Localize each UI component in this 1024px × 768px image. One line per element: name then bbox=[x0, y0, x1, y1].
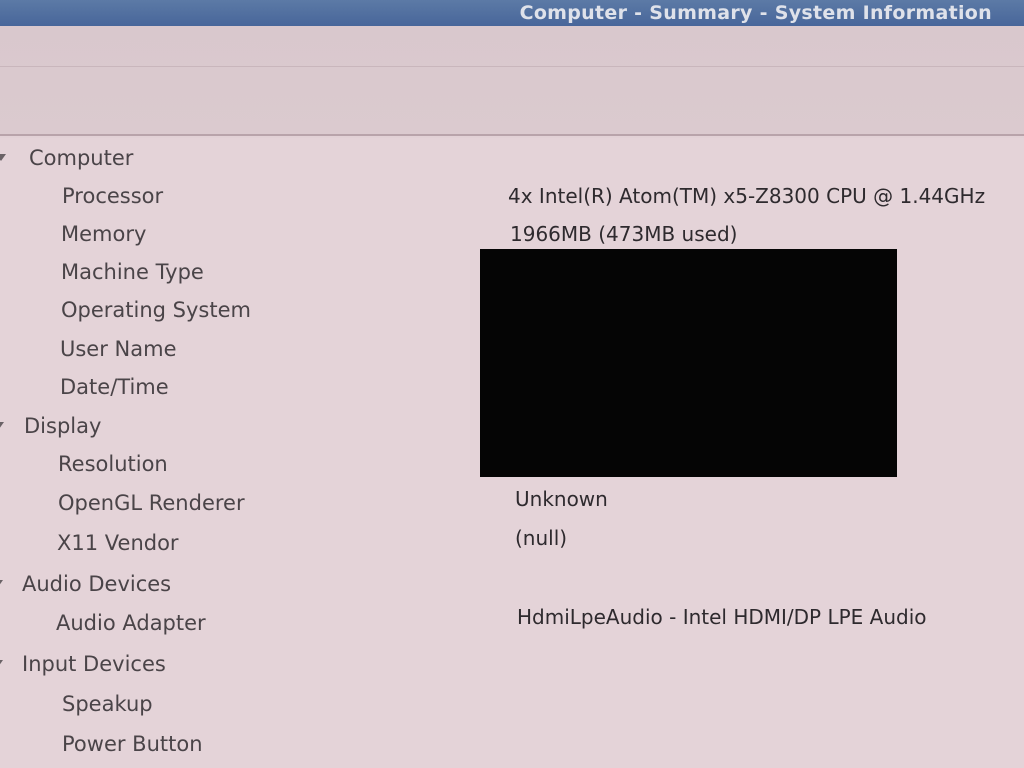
item-label: Date/Time bbox=[60, 375, 169, 399]
window-title: Computer - Summary - System Information bbox=[519, 2, 992, 24]
tree-item-audio-adapter[interactable]: Audio Adapter HdmiLpeAudio - Intel HDMI/… bbox=[0, 605, 1024, 641]
expander-arrow-icon[interactable] bbox=[0, 580, 3, 587]
window-titlebar[interactable]: Computer - Summary - System Information bbox=[0, 0, 1024, 26]
tree-item-opengl-renderer[interactable]: OpenGL Renderer Unknown bbox=[0, 485, 1024, 521]
item-label: User Name bbox=[60, 337, 177, 361]
toolbar-area bbox=[0, 26, 1024, 136]
group-label: Display bbox=[24, 414, 102, 438]
redaction-box bbox=[480, 249, 897, 477]
expander-arrow-icon[interactable] bbox=[0, 660, 3, 667]
item-label: Power Button bbox=[62, 732, 203, 756]
menu-bar bbox=[0, 26, 1024, 67]
item-value: (null) bbox=[515, 526, 568, 550]
item-label: Resolution bbox=[58, 452, 168, 476]
item-value: 4x Intel(R) Atom(TM) x5-Z8300 CPU @ 1.44… bbox=[508, 184, 986, 208]
item-label: Speakup bbox=[62, 692, 153, 716]
item-label: Memory bbox=[61, 222, 147, 246]
tree-group-computer[interactable]: Computer bbox=[0, 140, 1024, 176]
tree-item-x11-vendor[interactable]: X11 Vendor (null) bbox=[0, 525, 1024, 561]
expander-arrow-icon[interactable] bbox=[0, 154, 6, 161]
tree-item-speakup[interactable]: Speakup bbox=[0, 686, 1024, 722]
item-label: Machine Type bbox=[61, 260, 204, 284]
tree-item-memory[interactable]: Memory 1966MB (473MB used) bbox=[0, 216, 1024, 252]
item-label: Operating System bbox=[61, 298, 251, 322]
group-label: Input Devices bbox=[22, 652, 166, 676]
item-label: OpenGL Renderer bbox=[58, 491, 245, 515]
item-value: 1966MB (473MB used) bbox=[510, 222, 738, 246]
group-label: Audio Devices bbox=[22, 572, 172, 596]
tree-item-processor[interactable]: Processor 4x Intel(R) Atom(TM) x5-Z8300 … bbox=[0, 178, 1024, 214]
expander-arrow-icon[interactable] bbox=[0, 422, 4, 429]
group-label: Computer bbox=[29, 146, 134, 170]
tree-group-input-devices[interactable]: Input Devices bbox=[0, 646, 1024, 682]
item-value: HdmiLpeAudio - Intel HDMI/DP LPE Audio bbox=[517, 605, 927, 629]
item-label: X11 Vendor bbox=[57, 531, 179, 555]
tree-group-audio-devices[interactable]: Audio Devices bbox=[0, 566, 1024, 602]
item-value: Unknown bbox=[515, 487, 608, 511]
item-label: Processor bbox=[62, 184, 164, 208]
tree-item-power-button[interactable]: Power Button bbox=[0, 726, 1024, 762]
item-label: Audio Adapter bbox=[56, 611, 206, 635]
toolbar-divider bbox=[0, 134, 1024, 136]
